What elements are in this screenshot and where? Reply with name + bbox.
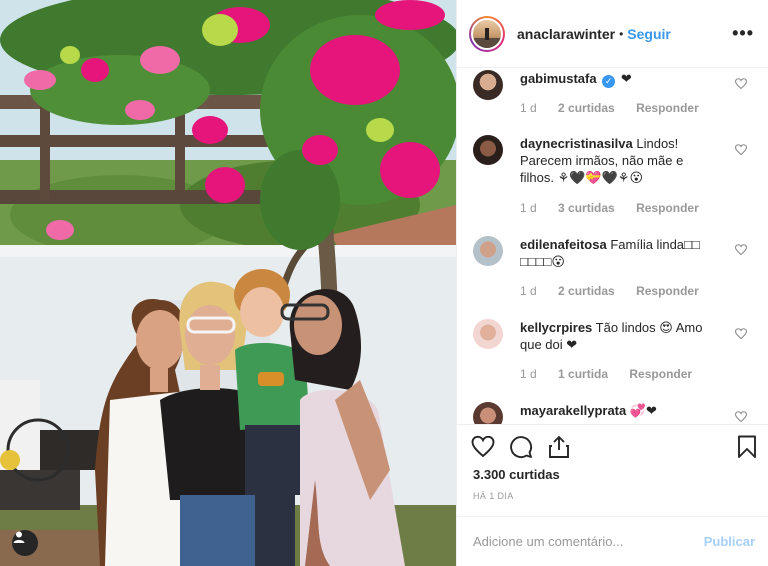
user-tag-icon[interactable] — [12, 530, 38, 556]
avatar-image-icon — [473, 27, 501, 48]
comment-item: edilenafeitosa Família linda□□ □□□□😮 1 d… — [473, 236, 753, 306]
reply-button[interactable]: Responder — [636, 201, 699, 215]
like-comment-heart-icon[interactable] — [735, 244, 747, 256]
comment-likes[interactable]: 2 curtidas — [558, 101, 615, 115]
share-icon[interactable] — [547, 435, 571, 459]
reply-button[interactable]: Responder — [636, 101, 699, 115]
follow-button[interactable]: Seguir — [627, 26, 671, 42]
comment-text: ❤ — [620, 71, 632, 86]
avatar[interactable] — [473, 319, 503, 349]
comment-text: 💞❤ — [629, 403, 657, 418]
post-photo[interactable] — [0, 0, 456, 566]
add-comment-input[interactable] — [473, 534, 704, 549]
post-author-username[interactable]: anaclarawinter — [517, 26, 615, 42]
avatar[interactable] — [473, 402, 503, 424]
comment-body: mayarakellyprata 💞❤ — [520, 402, 720, 419]
comment-username[interactable]: edilenafeitosa — [520, 237, 607, 252]
comment-meta: 1 d 2 curtidas Responder — [520, 101, 717, 115]
comment-age: 1 d — [520, 101, 537, 115]
comment-meta: 1 d 2 curtidas Responder — [520, 284, 717, 298]
comment-bubble-icon[interactable] — [509, 435, 533, 459]
comment-composer: Publicar — [457, 516, 768, 566]
comment-body: edilenafeitosa Família linda□□ □□□□😮 — [520, 236, 720, 270]
story-ring[interactable] — [469, 15, 505, 52]
avatar — [471, 17, 503, 50]
save-bookmark-icon[interactable] — [737, 435, 757, 459]
comment-username[interactable]: mayarakellyprata — [520, 403, 626, 418]
comment-item: daynecristinasilva Lindos! Parecem irmão… — [473, 135, 753, 225]
comment-username[interactable]: kellycrpires — [520, 320, 592, 335]
comment-meta: 1 d 3 curtidas Responder — [520, 201, 717, 215]
publish-button[interactable]: Publicar — [704, 534, 755, 549]
post-side-panel: anaclarawinter • Seguir ••• gabimustafa … — [456, 0, 768, 566]
like-comment-heart-icon[interactable] — [735, 78, 747, 90]
verified-badge-icon: ✓ — [602, 75, 616, 88]
comment-body: kellycrpires Tão lindos 😍 Amo que doi ❤ — [520, 319, 720, 353]
like-heart-icon[interactable] — [471, 435, 495, 459]
post-header: anaclarawinter • Seguir ••• — [457, 0, 768, 68]
reply-button[interactable]: Responder — [629, 367, 692, 381]
like-comment-heart-icon[interactable] — [735, 328, 747, 340]
comment-item: mayarakellyprata 💞❤ — [473, 402, 753, 424]
comment-age: 1 d — [520, 367, 537, 381]
comment-age: 1 d — [520, 201, 537, 215]
header-separator: • — [619, 26, 624, 41]
reply-button[interactable]: Responder — [636, 284, 699, 298]
comment-likes[interactable]: 2 curtidas — [558, 284, 615, 298]
comment-username[interactable]: daynecristinasilva — [520, 136, 633, 151]
comment-meta: 1 d 1 curtida Responder — [520, 367, 710, 381]
avatar[interactable] — [473, 236, 503, 266]
like-comment-heart-icon[interactable] — [735, 144, 747, 156]
comments-list[interactable]: gabimustafa ✓ ❤ 1 d 2 curtidas Responder — [457, 68, 768, 424]
avatar[interactable] — [473, 135, 503, 165]
comment-age: 1 d — [520, 284, 537, 298]
comment-item: gabimustafa ✓ ❤ 1 d 2 curtidas Responder — [473, 70, 753, 120]
photo-scene — [0, 0, 456, 566]
more-options-icon[interactable]: ••• — [732, 23, 754, 44]
like-comment-heart-icon[interactable] — [735, 411, 747, 423]
comment-username[interactable]: gabimustafa — [520, 71, 597, 86]
instagram-post-view: anaclarawinter • Seguir ••• gabimustafa … — [0, 0, 768, 566]
comment-body: daynecristinasilva Lindos! Parecem irmão… — [520, 135, 720, 186]
person-icon — [13, 531, 25, 543]
comment-likes[interactable]: 1 curtida — [558, 367, 608, 381]
comment-likes[interactable]: 3 curtidas — [558, 201, 615, 215]
avatar[interactable] — [473, 70, 503, 100]
comment-body: gabimustafa ✓ ❤ — [520, 70, 720, 88]
comment-item: kellycrpires Tão lindos 😍 Amo que doi ❤ … — [473, 319, 753, 389]
likes-count[interactable]: 3.300 curtidas — [473, 467, 560, 482]
post-timestamp[interactable]: HÁ 1 DIA — [473, 491, 514, 501]
